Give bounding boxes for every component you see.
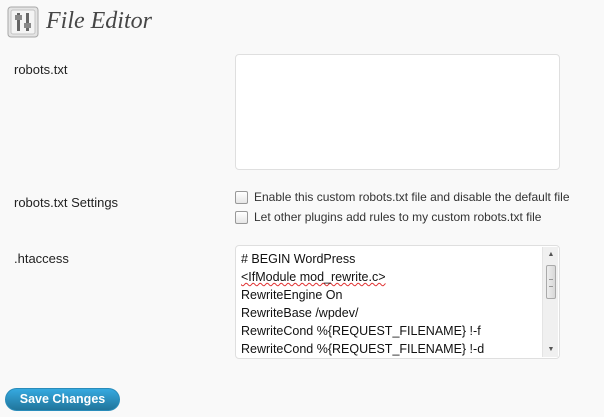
save-changes-button[interactable]: Save Changes: [5, 388, 120, 411]
allow-plugins-option[interactable]: Let other plugins add rules to my custom…: [235, 210, 541, 224]
robots-textarea[interactable]: [235, 54, 560, 170]
page-title: File Editor: [46, 8, 152, 34]
htaccess-line: RewriteBase /wpdev/: [241, 306, 359, 320]
enable-robots-checkbox-label: Enable this custom robots.txt file and d…: [254, 190, 570, 204]
htaccess-line: RewriteCond %{REQUEST_FILENAME} !-f: [241, 324, 481, 338]
scroll-thumb[interactable]: [546, 265, 556, 299]
htaccess-scrollbar[interactable]: ▲ ▼: [542, 247, 558, 357]
enable-robots-option[interactable]: Enable this custom robots.txt file and d…: [235, 190, 570, 204]
robots-label: robots.txt: [14, 62, 68, 77]
allow-plugins-checkbox-label: Let other plugins add rules to my custom…: [254, 210, 542, 224]
htaccess-label: .htaccess: [14, 251, 69, 266]
tools-icon: [7, 6, 39, 38]
enable-robots-checkbox[interactable]: [235, 190, 248, 204]
allow-plugins-checkbox[interactable]: [235, 210, 248, 224]
htaccess-line: RewriteEngine On: [241, 288, 343, 302]
scroll-down-arrow-icon[interactable]: ▼: [543, 342, 559, 357]
htaccess-content: # BEGIN WordPress <IfModule mod_rewrite.…: [241, 250, 539, 358]
htaccess-line: # BEGIN WordPress: [241, 252, 356, 266]
htaccess-line: RewriteCond %{REQUEST_FILENAME} !-d: [241, 342, 485, 356]
scroll-up-arrow-icon[interactable]: ▲: [543, 247, 559, 262]
htaccess-line: <IfModule mod_rewrite.c>: [241, 270, 386, 284]
htaccess-textarea[interactable]: # BEGIN WordPress <IfModule mod_rewrite.…: [235, 245, 560, 359]
robots-settings-label: robots.txt Settings: [14, 195, 119, 210]
page-icon: [7, 6, 39, 38]
